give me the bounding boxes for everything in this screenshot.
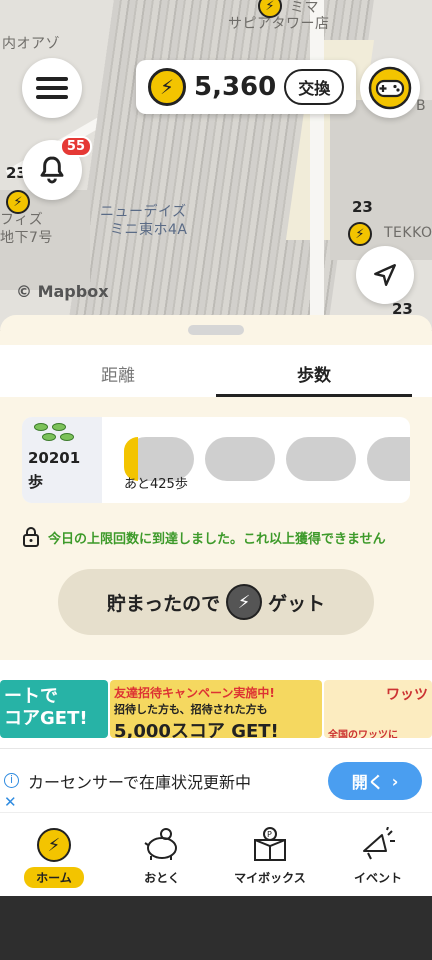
lightning-coin-icon[interactable]: ⚡: [348, 222, 372, 246]
step-progress-slot: [205, 437, 275, 481]
tab-distance[interactable]: 距離: [20, 345, 216, 397]
mapbox-attribution[interactable]: © Mapbox: [16, 282, 109, 301]
piggy-bank-icon: [144, 828, 177, 860]
lightning-coin-icon: ⚡: [226, 584, 263, 620]
system-bar: [0, 896, 432, 960]
bottom-sheet: 距離 歩数 20201 歩 あと425歩 今日の上限回数に到達しました。これ以上…: [0, 315, 432, 660]
promo-banner-invite[interactable]: 友達招待キャンペーン実施中! 招待した方も、招待された方も 5,000スコア G…: [110, 680, 322, 738]
limit-text: 今日の上限回数に到達しました。これ以上獲得できません: [48, 531, 386, 547]
ad-open-button[interactable]: 開く ›: [328, 762, 422, 800]
map-label: B: [416, 98, 427, 114]
ad-banner[interactable]: i ✕ カーセンサーで在庫状況更新中 開く ›: [0, 748, 432, 812]
promo-banner[interactable]: ートで コアGET!: [0, 680, 108, 738]
lightning-coin-icon[interactable]: ⚡: [6, 190, 30, 214]
lightning-coin-icon: ⚡: [37, 828, 71, 862]
footprints-icon: [42, 433, 96, 441]
step-unit: 歩: [28, 473, 44, 491]
notification-badge: 55: [59, 136, 92, 157]
tab-bar: 距離 歩数: [0, 345, 432, 397]
map-marker-count: 23: [352, 198, 373, 216]
lock-icon: [23, 527, 39, 547]
collect-button[interactable]: 貯まったので ⚡ ゲット: [58, 569, 374, 635]
step-progress-slot: [286, 437, 356, 481]
map-label: ニューデイズ: [100, 204, 187, 220]
game-button[interactable]: [360, 58, 420, 118]
svg-text:P: P: [267, 830, 272, 839]
nav-deals[interactable]: おとく: [108, 813, 216, 896]
menu-button[interactable]: [22, 58, 82, 118]
tab-steps[interactable]: 歩数: [216, 345, 412, 397]
footprints-icon: [34, 423, 96, 431]
gift-box-icon: P: [254, 827, 286, 861]
locate-me-button[interactable]: [356, 246, 414, 304]
bottom-nav: ⚡ ホーム おとく P マイボックス イベント: [0, 812, 432, 896]
map-label: サピアタワー店: [228, 16, 330, 32]
map-label: ミニ東ホ4A: [110, 222, 188, 238]
hamburger-icon: [36, 72, 68, 104]
collect-label-before: 貯まったので: [106, 592, 221, 615]
limit-message: 今日の上限回数に到達しました。これ以上獲得できません: [22, 527, 432, 547]
chevron-right-icon: ›: [391, 771, 399, 791]
promo-banner[interactable]: ワッツ 全国のワッツに: [324, 680, 432, 738]
lightning-coin-icon: ⚡: [148, 68, 186, 106]
info-icon[interactable]: i: [4, 773, 19, 788]
navigation-arrow-icon: [374, 264, 396, 286]
nav-home[interactable]: ⚡ ホーム: [0, 813, 108, 896]
step-progress-slot: [367, 437, 410, 481]
promo-banner-carousel[interactable]: ートで コアGET! 友達招待キャンペーン実施中! 招待した方も、招待された方も…: [0, 660, 432, 748]
map-label: TEKKO: [384, 225, 432, 241]
map-label: フィズ: [0, 212, 44, 228]
ad-text: カーセンサーで在庫状況更新中: [28, 773, 252, 792]
sheet-drag-handle[interactable]: [188, 325, 244, 335]
score-value: 5,360: [194, 72, 277, 102]
score-panel: ⚡ 5,360 交換: [136, 60, 356, 114]
step-card: 20201 歩 あと425歩: [22, 417, 410, 503]
collect-label-after: ゲット: [268, 592, 326, 615]
nav-mybox[interactable]: P マイボックス: [216, 813, 324, 896]
steps-remaining: あと425歩: [124, 477, 188, 492]
map-label: ミマ: [290, 0, 319, 16]
map-label: 内オアゾ: [2, 36, 60, 52]
exchange-button[interactable]: 交換: [284, 69, 345, 105]
step-count: 20201: [28, 449, 81, 467]
notifications-button[interactable]: 55: [22, 136, 92, 200]
nav-events[interactable]: イベント: [324, 813, 432, 896]
map-label: 地下7号: [0, 230, 53, 246]
bell-icon: [40, 156, 64, 184]
megaphone-icon: [363, 827, 395, 860]
close-icon[interactable]: ✕: [4, 793, 17, 811]
gamepad-icon: [368, 66, 412, 110]
step-summary: 20201 歩: [22, 417, 102, 503]
